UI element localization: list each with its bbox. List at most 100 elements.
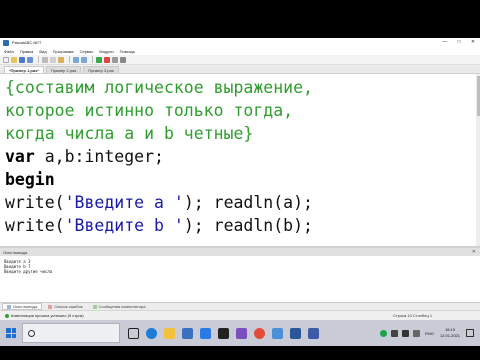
error-list-icon <box>48 304 53 309</box>
output-window-icon <box>7 304 11 309</box>
save-icon[interactable] <box>19 56 25 63</box>
menu-help[interactable]: Помощь <box>120 49 135 54</box>
tab-output-window[interactable]: Окно вывода <box>2 303 43 310</box>
paste-icon[interactable] <box>58 56 64 63</box>
kaspersky-icon[interactable] <box>216 323 231 343</box>
success-icon <box>5 313 9 318</box>
code-line[interactable]: var a,b:integer; <box>5 147 164 166</box>
tab-error-list-label: Список ошибок <box>54 304 83 309</box>
language-indicator[interactable]: ENG <box>425 331 434 336</box>
task-view-button[interactable] <box>126 323 141 343</box>
windows-logo-icon <box>6 328 16 338</box>
skype-icon[interactable] <box>380 329 388 337</box>
system-tray: ENG 16:19 12.01.2021 <box>376 320 474 346</box>
mail-icon[interactable] <box>198 323 213 343</box>
undo-icon[interactable] <box>73 56 79 63</box>
code-text: write( <box>5 216 65 235</box>
search-icon <box>28 329 35 337</box>
code-editor[interactable]: {составим логическое выражение, которое и… <box>0 74 476 246</box>
tab-output-window-label: Окно вывода <box>13 304 38 309</box>
code-string: 'Введите a ' <box>64 193 184 212</box>
network-icon[interactable] <box>391 329 399 337</box>
window-title: PascalABC.NET <box>12 40 42 45</box>
format-icon[interactable] <box>120 56 126 63</box>
clock[interactable]: 16:19 12.01.2021 <box>440 327 460 339</box>
notes-icon[interactable] <box>234 323 249 343</box>
edge-icon[interactable] <box>144 323 159 343</box>
minimize-button[interactable]: — <box>438 38 452 47</box>
tab-error-list[interactable]: Список ошибок <box>44 303 86 310</box>
code-comment: которое истинно только тогда, <box>5 101 294 120</box>
volume-icon[interactable] <box>402 329 410 337</box>
toolbar-divider <box>69 56 70 63</box>
code-keyword: var <box>5 147 35 166</box>
menu-bar: Файл Правка Вид Программа Сервис Модули … <box>0 47 480 55</box>
step-icon[interactable] <box>112 56 118 63</box>
code-string: 'Введите b ' <box>64 216 184 235</box>
code-comment: когда числа a и b четные} <box>5 124 254 143</box>
maximize-button[interactable]: □ <box>452 38 466 47</box>
output-line: Введите другие числа <box>4 269 53 274</box>
code-text: ); readln(a); <box>183 193 313 212</box>
tab-example-3[interactable]: Пример 3.pas <box>83 66 119 73</box>
tab-compiler-messages-label: Сообщения компилятора <box>98 304 146 309</box>
file-tabs: *Пример 1.pas* Пример 2.pas Пример 3.pas <box>0 66 480 74</box>
save-all-icon[interactable] <box>27 56 33 63</box>
status-message-text: Компиляция прошла успешно (9 строк) <box>11 313 84 318</box>
tab-example-1[interactable]: *Пример 1.pas* <box>4 66 44 73</box>
chrome-icon[interactable] <box>252 323 267 343</box>
tab-example-2[interactable]: Пример 2.pas <box>45 66 82 73</box>
menu-service[interactable]: Сервис <box>80 49 94 54</box>
pascalabc-taskbar-icon[interactable] <box>306 323 321 343</box>
menu-modules[interactable]: Модули <box>99 49 113 54</box>
cursor-position: Строка 10 Столбец 1 <box>393 313 433 318</box>
menu-file[interactable]: Файл <box>4 49 14 54</box>
scrollbar-thumb[interactable] <box>476 76 480 116</box>
stop-icon[interactable] <box>104 56 110 63</box>
toolbar-divider <box>92 56 93 63</box>
editor-scrollbar[interactable] <box>476 74 480 246</box>
code-comment: {составим логическое выражение, <box>5 78 313 97</box>
compiler-messages-icon <box>92 304 97 309</box>
status-message: Компиляция прошла успешно (9 строк) <box>5 313 84 318</box>
notification-icon[interactable] <box>466 329 474 337</box>
store-icon[interactable] <box>180 323 195 343</box>
close-window-button[interactable]: ✕ <box>466 38 480 47</box>
menu-edit[interactable]: Правка <box>20 49 34 54</box>
copy-icon[interactable] <box>50 56 56 63</box>
run-icon[interactable] <box>96 56 102 63</box>
photos-icon[interactable] <box>270 323 285 343</box>
pascal-app-icon <box>3 39 9 46</box>
menu-program[interactable]: Программа <box>53 49 74 54</box>
code-text: write( <box>5 193 65 212</box>
code-line[interactable]: begin <box>5 170 55 189</box>
toolbar <box>0 55 480 65</box>
open-folder-icon[interactable] <box>11 56 17 63</box>
output-panel-header: Окно вывода ✕ <box>0 248 480 256</box>
new-file-icon[interactable] <box>3 56 9 63</box>
cut-icon[interactable] <box>42 56 48 63</box>
file-explorer-icon[interactable] <box>162 323 177 343</box>
code-line[interactable]: когда числа a и b четные} <box>5 124 253 143</box>
code-line[interactable]: write('Введите a '); readln(a); <box>5 193 313 212</box>
code-text: ); readln(b); <box>183 216 313 235</box>
toolbar-divider <box>38 56 39 63</box>
output-panel-title: Окно вывода <box>3 249 28 255</box>
code-keyword: begin <box>5 170 55 189</box>
bottom-tabs: Окно вывода Список ошибок Сообщения комп… <box>0 302 480 310</box>
redo-icon[interactable] <box>81 56 87 63</box>
word-icon[interactable] <box>288 323 303 343</box>
status-bar: Компиляция прошла успешно (9 строк) Стро… <box>0 310 480 320</box>
start-button[interactable] <box>0 320 22 346</box>
menu-view[interactable]: Вид <box>39 49 46 54</box>
output-close-icon[interactable]: ✕ <box>472 248 476 256</box>
app-window: PascalABC.NET — □ ✕ Файл Правка Вид Прог… <box>0 38 480 320</box>
code-line[interactable]: которое истинно только тогда, <box>5 101 293 120</box>
code-line[interactable]: write('Введите b '); readln(b); <box>5 216 313 235</box>
tab-compiler-messages[interactable]: Сообщения компилятора <box>89 303 150 310</box>
clock-date: 12.01.2021 <box>439 333 460 338</box>
code-line[interactable]: {составим логическое выражение, <box>5 78 313 97</box>
taskbar-search[interactable] <box>22 323 120 343</box>
battery-icon[interactable] <box>413 329 421 337</box>
output-panel[interactable]: Введите a 3 Введите b 7 Введите другие чис… <box>0 256 480 302</box>
